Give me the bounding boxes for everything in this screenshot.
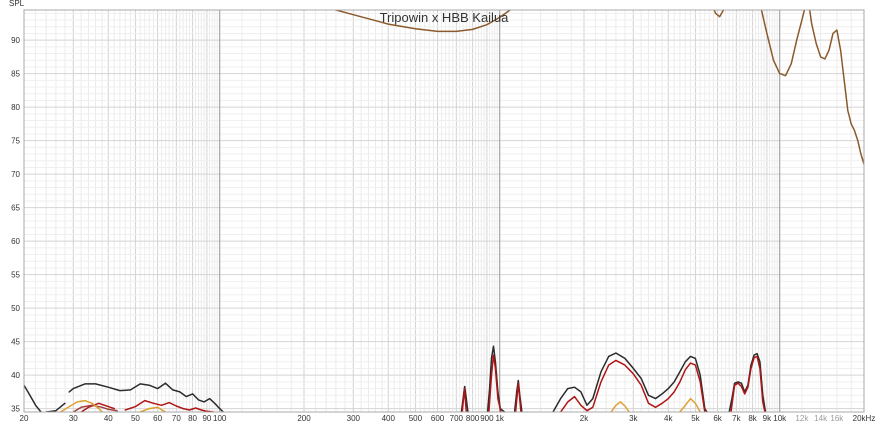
y-tick-label: 55 bbox=[11, 271, 20, 280]
x-tick-label: 700 bbox=[450, 414, 464, 423]
x-tick-label: 400 bbox=[382, 414, 396, 423]
x-tick-label: 50 bbox=[131, 414, 140, 423]
x-tick-label: 16k bbox=[830, 414, 844, 423]
chart-title: Tripowin x HBB Kailua bbox=[380, 10, 510, 25]
x-tick-label: 70 bbox=[172, 414, 181, 423]
x-tick-label: 2k bbox=[580, 414, 589, 423]
y-axis-ticks: 35 40 45 50 55 60 65 70 75 80 85 90 bbox=[11, 36, 20, 414]
x-tick-label: 1k bbox=[495, 414, 504, 423]
x-tick-label: 600 bbox=[431, 414, 445, 423]
x-tick-label: 8k bbox=[748, 414, 757, 423]
x-tick-label: 30 bbox=[69, 414, 78, 423]
x-tick-label: 80 bbox=[188, 414, 197, 423]
x-axis-ticks: 20 30 40 50 60 70 80 90 100 200 300 400 500 600 700 800… bbox=[20, 414, 876, 423]
x-tick-label: 100 bbox=[213, 414, 227, 423]
x-tick-label: 9k bbox=[763, 414, 772, 423]
x-tick-label: 300 bbox=[347, 414, 361, 423]
y-tick-label: 85 bbox=[11, 70, 20, 79]
x-tick-label: 10k bbox=[773, 414, 787, 423]
y-tick-label: 35 bbox=[11, 405, 20, 414]
x-tick-label: 5k bbox=[691, 414, 700, 423]
x-tick-label: 12k bbox=[795, 414, 809, 423]
plot-background bbox=[24, 10, 864, 412]
x-tick-label: 800 bbox=[466, 414, 480, 423]
x-tick-label: 40 bbox=[104, 414, 113, 423]
x-tick-label: 14k bbox=[814, 414, 828, 423]
x-tick-label: 200 bbox=[297, 414, 311, 423]
y-tick-label: 80 bbox=[11, 103, 20, 112]
y-tick-label: 65 bbox=[11, 204, 20, 213]
y-tick-label: 70 bbox=[11, 170, 20, 179]
x-tick-label: 20 bbox=[20, 414, 29, 423]
y-tick-label: 75 bbox=[11, 137, 20, 146]
y-tick-label: 40 bbox=[11, 371, 20, 380]
x-tick-label: 500 bbox=[409, 414, 423, 423]
x-tick-label: 900 bbox=[480, 414, 494, 423]
frequency-response-chart: 35 40 45 50 55 60 65 70 75 80 85 90 20 30 40 50 60 70 80 9… bbox=[9, 0, 876, 423]
x-tick-label: 6k bbox=[713, 414, 722, 423]
x-tick-label: 60 bbox=[153, 414, 162, 423]
x-tick-label: 4k bbox=[664, 414, 673, 423]
x-tick-label: 3k bbox=[629, 414, 638, 423]
x-tick-label: 90 bbox=[202, 414, 211, 423]
y-tick-label: 50 bbox=[11, 304, 20, 313]
y-tick-label: 45 bbox=[11, 338, 20, 347]
y-axis-label: SPL bbox=[9, 0, 25, 8]
x-tick-label: 7k bbox=[732, 414, 741, 423]
y-tick-label: 60 bbox=[11, 237, 20, 246]
x-tick-label: 20kHz bbox=[853, 414, 876, 423]
y-tick-label: 90 bbox=[11, 36, 20, 45]
